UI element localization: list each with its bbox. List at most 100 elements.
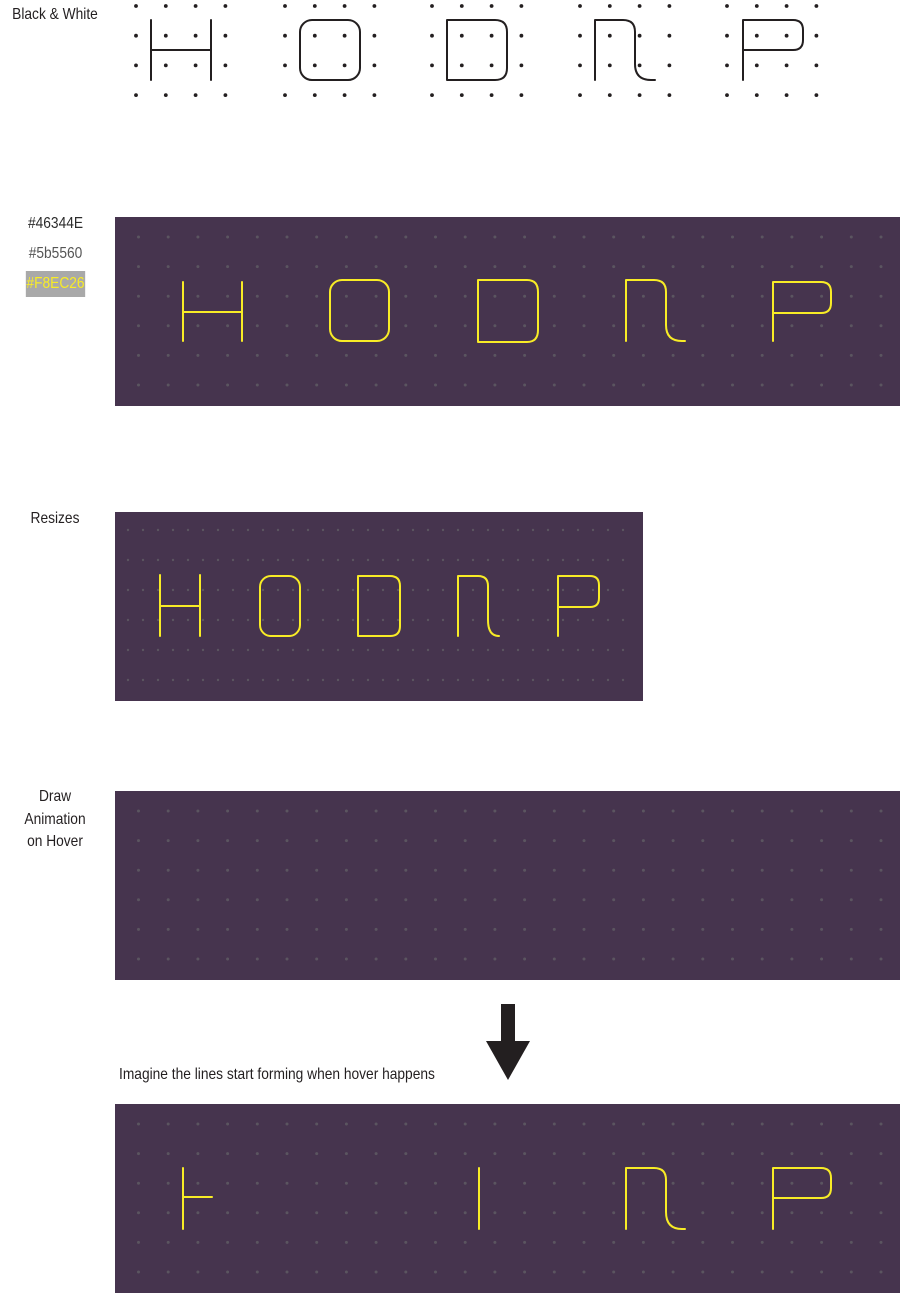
grid-dot <box>137 868 140 872</box>
grid-dot <box>255 265 259 269</box>
grid-dot <box>516 678 520 682</box>
grid-dot <box>381 678 385 682</box>
grid-dot <box>226 353 230 357</box>
grid-dot <box>612 1152 616 1156</box>
grid-dot <box>223 93 228 97</box>
grid-dot <box>196 383 200 387</box>
grid-dot <box>552 1152 556 1156</box>
grid-dot <box>591 528 595 532</box>
grid-dot <box>612 294 616 298</box>
grid-dot <box>814 93 819 97</box>
grid-dot <box>493 324 497 328</box>
grid-dot <box>344 265 348 269</box>
grid-dot <box>561 558 565 562</box>
grid-dot <box>561 678 565 682</box>
grid-dot <box>344 1270 348 1274</box>
grid-dot <box>641 957 645 961</box>
grid-dot <box>321 678 325 682</box>
grid-dot <box>261 618 265 622</box>
grid-dot <box>591 648 595 652</box>
grid-dot <box>612 353 616 357</box>
grid-dot <box>276 558 280 562</box>
grid-dot <box>396 678 400 682</box>
grid-dot <box>576 528 580 532</box>
grid-dot <box>255 1122 259 1126</box>
grid-dot <box>137 1211 140 1215</box>
grid-dot <box>186 618 190 622</box>
grid-dot <box>552 898 556 902</box>
grid-dot <box>430 33 434 38</box>
grid-dot <box>441 588 445 592</box>
grid-dot <box>261 588 265 592</box>
grid-dot <box>226 383 230 387</box>
grid-dot <box>607 4 612 8</box>
grid-dot <box>137 1240 140 1244</box>
grid-dot <box>493 1211 497 1215</box>
grid-dot <box>163 4 168 8</box>
grid-dot <box>879 383 883 387</box>
grid-dot <box>291 648 295 652</box>
grid-dot <box>186 588 190 592</box>
grid-dot <box>790 324 794 328</box>
grid-dot <box>231 588 235 592</box>
grid-dot <box>404 839 408 843</box>
grid-dot <box>321 648 325 652</box>
grid-dot <box>137 383 140 387</box>
grid-dot <box>501 618 505 622</box>
grid-dot <box>463 353 467 357</box>
grid-dot <box>612 383 616 387</box>
grid-dot <box>366 558 370 562</box>
grid-dot <box>321 588 325 592</box>
grid-dot <box>315 294 319 298</box>
grid-dot <box>621 588 625 592</box>
grid-dot <box>879 235 883 239</box>
grid-dot <box>731 898 734 902</box>
grid-dot <box>137 957 140 961</box>
grid-dot <box>671 383 675 387</box>
grid-dot <box>193 63 198 68</box>
grid-dot <box>523 1270 527 1274</box>
grid-dot <box>351 618 355 622</box>
grid-dot <box>790 809 794 813</box>
grid-dot <box>404 383 408 387</box>
grid-dot <box>731 1122 734 1126</box>
grid-dot <box>641 927 645 931</box>
grid-dot <box>312 93 317 97</box>
grid-dot <box>820 353 824 357</box>
grid-dot <box>166 839 170 843</box>
grid-dot <box>879 1122 883 1126</box>
grid-dot <box>546 558 550 562</box>
grid-dot <box>315 1270 319 1274</box>
grid-dot <box>344 809 348 813</box>
grid-dot <box>552 1122 556 1126</box>
grid-dot <box>441 528 445 532</box>
grid-dot <box>374 383 378 387</box>
grid-dot <box>493 383 497 387</box>
grid-dot <box>641 898 645 902</box>
grid-dot <box>519 33 524 38</box>
grid-dot <box>701 1122 705 1126</box>
grid-dot <box>820 1152 824 1156</box>
grid-dot <box>196 1181 200 1185</box>
grid-dot <box>226 1270 230 1274</box>
grid-dot <box>754 4 759 8</box>
panel-empty <box>115 791 900 980</box>
grid-dot <box>784 63 789 68</box>
grid-dot <box>137 809 140 813</box>
grid-dot <box>166 294 170 298</box>
grid-dot <box>463 1240 467 1244</box>
grid-dot <box>366 528 370 532</box>
grid-dot <box>226 868 230 872</box>
grid-dot <box>523 809 527 813</box>
grid-dot <box>404 1181 408 1185</box>
grid-dot <box>434 353 437 357</box>
grid-dot <box>523 839 527 843</box>
grid-dot <box>849 235 853 239</box>
grid-dot <box>404 1270 408 1274</box>
grid-dot <box>226 898 230 902</box>
grid-dot <box>315 1122 319 1126</box>
grid-dot <box>434 957 437 961</box>
grid-dot <box>641 809 645 813</box>
grid-dot <box>671 265 675 269</box>
grid-dot <box>196 1122 200 1126</box>
